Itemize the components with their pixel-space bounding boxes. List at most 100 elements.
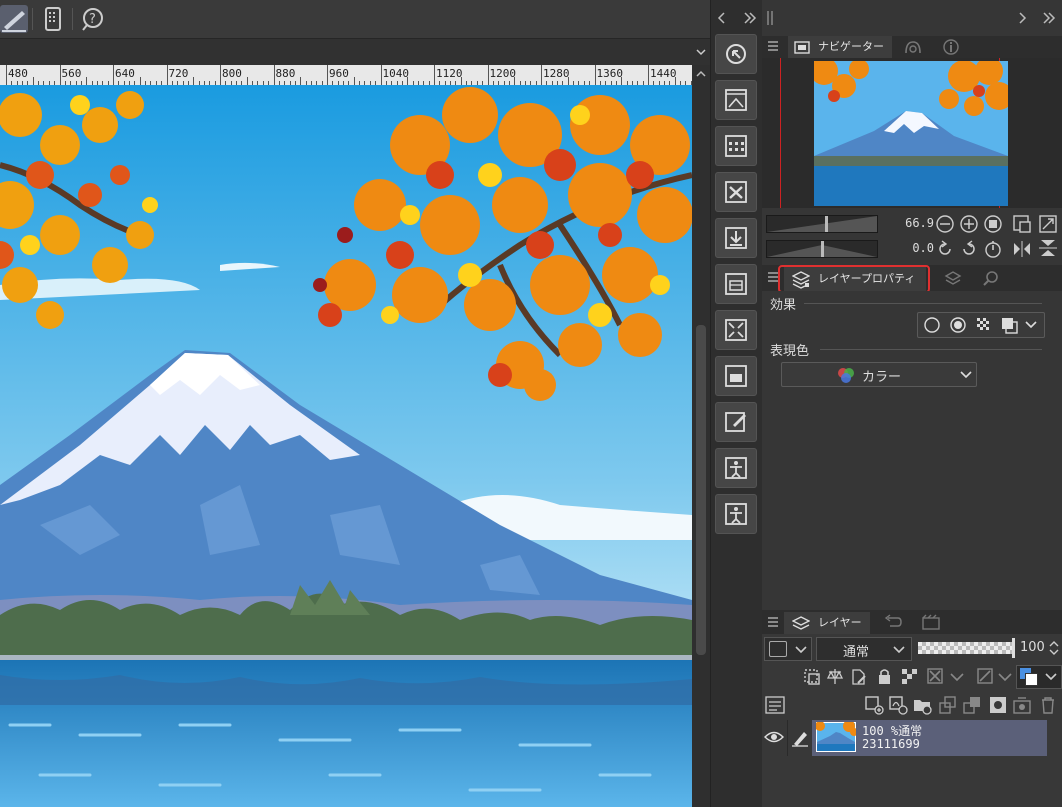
reset-rotation-icon[interactable] bbox=[984, 240, 1002, 258]
ruler-label: 880 bbox=[275, 67, 296, 80]
fit-navigator-icon[interactable] bbox=[1038, 214, 1058, 234]
chevron-up-icon[interactable] bbox=[695, 69, 707, 79]
zoom-slider[interactable] bbox=[766, 215, 878, 233]
blend-mode-value: 通常 bbox=[843, 645, 870, 660]
info-icon bbox=[943, 39, 959, 55]
grid-button[interactable] bbox=[715, 126, 757, 166]
double-chevron-right-icon[interactable] bbox=[743, 12, 757, 24]
panel-menu-icon[interactable] bbox=[767, 40, 779, 52]
ruler-label: 1440 bbox=[650, 67, 677, 80]
sub-toolbar bbox=[0, 39, 710, 65]
border-effect-icon bbox=[924, 317, 940, 333]
apply-mask-icon[interactable] bbox=[1012, 695, 1032, 715]
opacity-value: 100 bbox=[1020, 640, 1045, 655]
lock-transparent-icon[interactable] bbox=[900, 667, 920, 687]
tab-layer-search[interactable] bbox=[936, 265, 970, 291]
layer-panel: 通常 100 100 %通常 23111699 bbox=[762, 634, 1062, 807]
material-button[interactable] bbox=[715, 80, 757, 120]
clip-layer-icon[interactable] bbox=[802, 667, 822, 687]
create-mask-icon[interactable] bbox=[988, 695, 1008, 715]
zoom-in-icon[interactable] bbox=[960, 215, 978, 233]
navigator-button[interactable] bbox=[715, 34, 757, 74]
ruler-tick bbox=[139, 77, 141, 85]
ruler-tick bbox=[59, 65, 61, 85]
tab-info[interactable] bbox=[934, 36, 968, 58]
layer-icon bbox=[792, 616, 810, 630]
rotate-left-icon[interactable] bbox=[936, 240, 954, 258]
opacity-slider[interactable] bbox=[918, 642, 1012, 654]
chevron-down-icon[interactable] bbox=[996, 667, 1016, 687]
sub-color-swatch bbox=[1025, 673, 1038, 686]
figure2-icon bbox=[725, 503, 747, 525]
blend-mode-select[interactable]: 通常 bbox=[816, 637, 912, 661]
opacity-slider-handle[interactable] bbox=[1012, 638, 1015, 658]
ruler-tick bbox=[380, 65, 382, 85]
new-vector-layer-icon[interactable] bbox=[888, 695, 908, 715]
ruler-label: 1040 bbox=[382, 67, 410, 80]
chevron-down-icon[interactable] bbox=[948, 667, 968, 687]
chevron-left-icon[interactable] bbox=[717, 12, 727, 24]
actual-size-icon[interactable] bbox=[984, 215, 1002, 233]
tab-history[interactable] bbox=[874, 610, 910, 632]
ruler-tick bbox=[193, 77, 195, 85]
scroll-thumb[interactable] bbox=[696, 325, 706, 655]
device-icon[interactable] bbox=[39, 5, 67, 33]
tab-navigator[interactable]: ナビゲーター bbox=[788, 36, 892, 58]
image-button[interactable] bbox=[715, 356, 757, 396]
layer-color-button[interactable] bbox=[1016, 665, 1062, 689]
delete-layer-icon[interactable] bbox=[1038, 695, 1058, 715]
layer-menu-icon[interactable] bbox=[765, 696, 785, 714]
flip-horizontal-icon[interactable] bbox=[1012, 240, 1032, 258]
chevron-down-icon[interactable] bbox=[696, 47, 706, 57]
tab-sub-view[interactable] bbox=[896, 36, 930, 58]
tab-search[interactable] bbox=[974, 265, 1008, 291]
navigator-tab-label: ナビゲーター bbox=[818, 40, 884, 53]
selected-layer[interactable]: 100 %通常 23111699 bbox=[812, 720, 1047, 756]
import-button[interactable] bbox=[715, 218, 757, 258]
zoom-out-icon[interactable] bbox=[936, 215, 954, 233]
ruler-tick bbox=[487, 65, 489, 85]
double-chevron-right-icon[interactable] bbox=[1042, 12, 1056, 24]
layer-edit-toggle[interactable] bbox=[787, 720, 813, 756]
new-raster-layer-icon[interactable] bbox=[864, 695, 884, 715]
chevron-right-icon[interactable] bbox=[1018, 12, 1028, 24]
shrink-button[interactable] bbox=[715, 310, 757, 350]
lock-layer-icon[interactable] bbox=[875, 667, 895, 687]
canvas-artwork[interactable] bbox=[0, 85, 692, 807]
fit-to-screen-icon[interactable] bbox=[1012, 214, 1032, 234]
opacity-stepper-icon[interactable] bbox=[1048, 639, 1060, 657]
layer-color-select[interactable] bbox=[764, 637, 812, 661]
history-icon bbox=[884, 614, 902, 627]
vertical-scrollbar[interactable] bbox=[692, 65, 710, 807]
panel-grip-icon[interactable] bbox=[766, 11, 774, 25]
pen-tool-icon[interactable] bbox=[0, 5, 28, 33]
close-file-button[interactable] bbox=[715, 172, 757, 212]
merge-down-icon[interactable] bbox=[962, 695, 982, 715]
new-folder-icon[interactable] bbox=[912, 695, 932, 715]
ruler-tick bbox=[6, 65, 7, 85]
layout-icon bbox=[725, 273, 747, 295]
effect-selector[interactable] bbox=[917, 312, 1045, 338]
ruler-enable-icon[interactable] bbox=[976, 667, 996, 687]
help-icon[interactable]: ? bbox=[78, 5, 106, 33]
transfer-down-icon[interactable] bbox=[938, 695, 958, 715]
flip-vertical-icon[interactable] bbox=[1038, 238, 1058, 258]
animation-icon bbox=[922, 614, 940, 630]
layer-row[interactable]: 100 %通常 23111699 bbox=[762, 720, 1047, 756]
panel-menu-icon[interactable] bbox=[767, 616, 779, 628]
draft-layer-icon[interactable] bbox=[850, 667, 870, 687]
reference-layer-icon[interactable] bbox=[826, 667, 846, 687]
figure2-button[interactable] bbox=[715, 494, 757, 534]
layout-button[interactable] bbox=[715, 264, 757, 304]
ruler-tick bbox=[541, 65, 542, 85]
expression-color-select[interactable]: カラー bbox=[781, 362, 977, 387]
figure-button[interactable] bbox=[715, 448, 757, 488]
navigator-thumbnail[interactable] bbox=[814, 61, 1008, 206]
rotate-slider[interactable] bbox=[766, 240, 878, 258]
edit-button[interactable] bbox=[715, 402, 757, 442]
tab-animation[interactable] bbox=[912, 610, 948, 632]
rotate-right-icon[interactable] bbox=[960, 240, 978, 258]
tab-layer[interactable]: レイヤー bbox=[784, 612, 870, 634]
mask-enable-icon[interactable] bbox=[926, 667, 946, 687]
visibility-eye-icon[interactable] bbox=[764, 730, 784, 744]
